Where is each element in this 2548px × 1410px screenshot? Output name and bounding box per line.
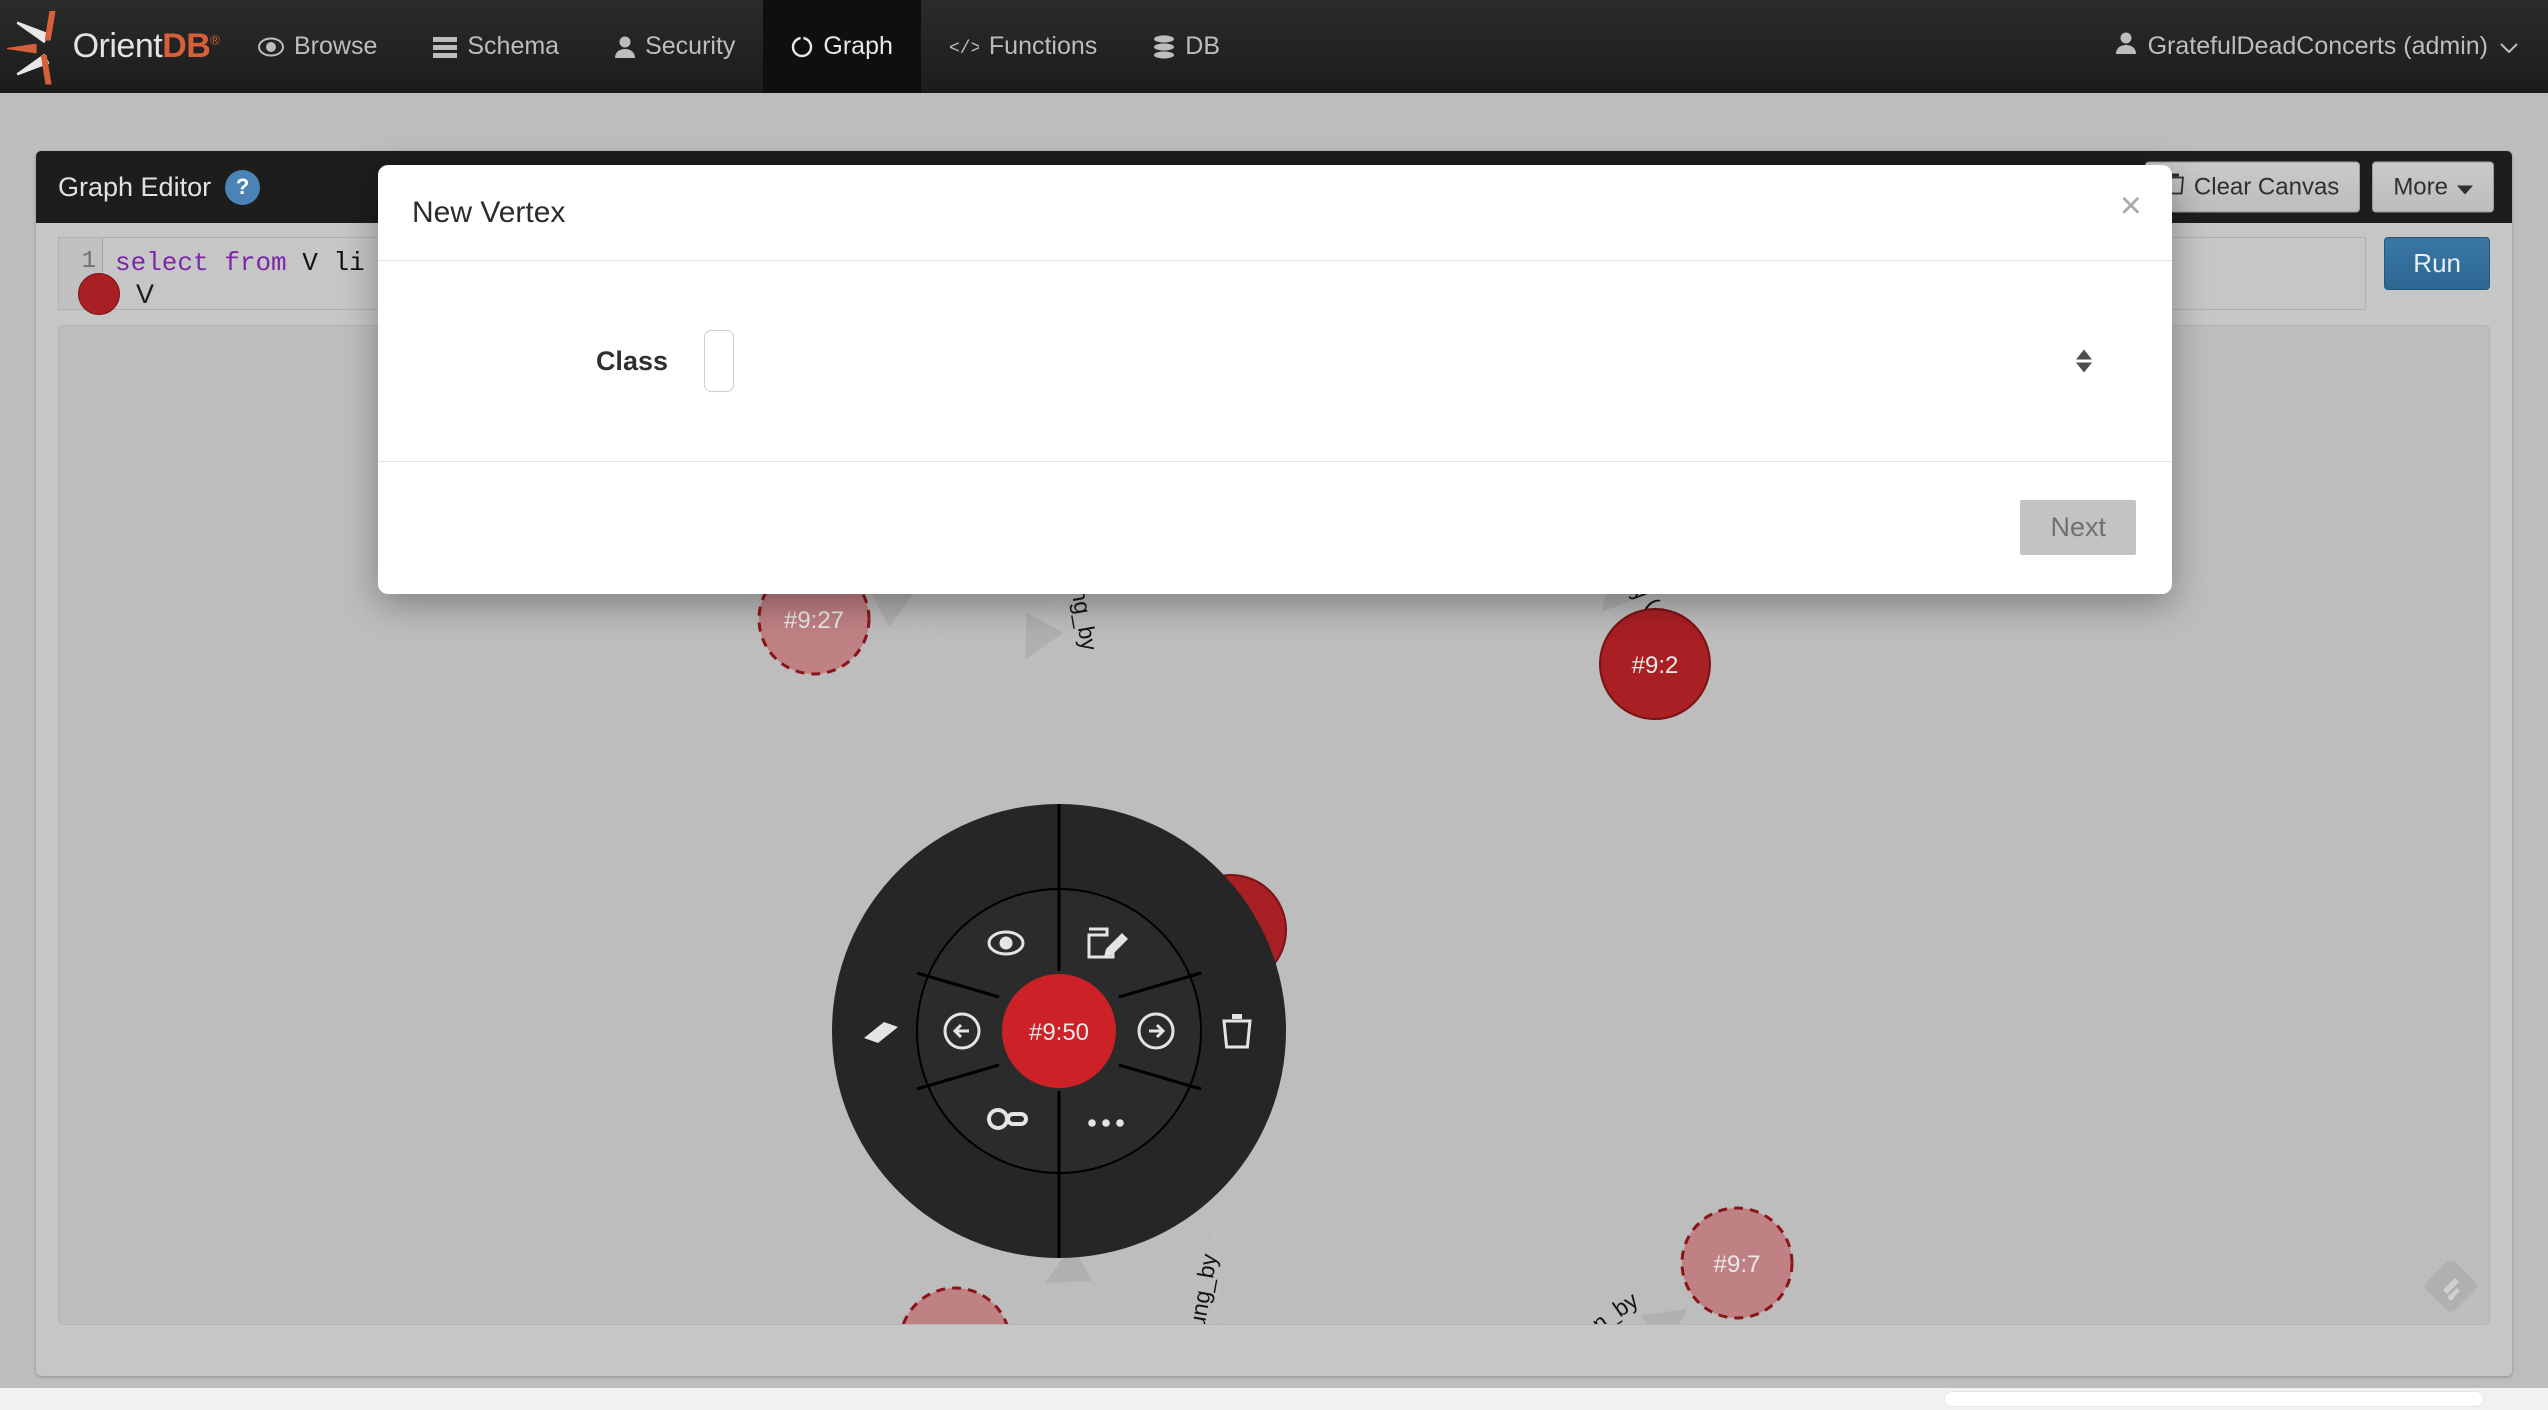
class-field-label: Class: [414, 346, 704, 377]
edge-9-50-to-9-27: [871, 588, 964, 656]
modal-header: New Vertex ×: [378, 165, 2172, 261]
horizontal-scrollbar[interactable]: [0, 1388, 2548, 1410]
database-icon: [1153, 35, 1175, 59]
orientdb-star-icon: [5, 9, 77, 85]
more-button[interactable]: More: [2372, 162, 2494, 213]
graph-node-9-7-label: #9:7: [1714, 1251, 1761, 1278]
clear-canvas-label: Clear Canvas: [2194, 173, 2339, 201]
select-spinner-icon: [2076, 350, 2092, 373]
logo-orient-text: Orient: [73, 27, 163, 65]
graph-node-9-27-label: #9:27: [784, 607, 844, 634]
caret-down-icon: [2457, 173, 2473, 201]
nav-item-schema-label: Schema: [467, 32, 559, 61]
page-title: Graph Editor: [58, 172, 211, 203]
graph-node-9-2[interactable]: #9:2: [1600, 609, 1710, 719]
chevron-down-icon: [2500, 32, 2518, 61]
logo-registered-mark: ®: [210, 33, 219, 48]
class-select-wrapper: [704, 330, 2108, 392]
logo-db-text: DB: [162, 27, 210, 65]
more-icon[interactable]: [1088, 1119, 1124, 1127]
radial-context-menu[interactable]: #9:50: [832, 804, 1286, 1258]
svg-text:</>: </>: [949, 39, 979, 57]
edge-label-written-by-3: written_by: [1541, 1286, 1643, 1325]
close-icon[interactable]: ×: [2120, 187, 2142, 225]
user-menu-label: GratefulDeadConcerts (admin): [2148, 32, 2488, 61]
nav-item-db-label: DB: [1185, 32, 1220, 61]
logo-wordmark: OrientDB®: [73, 27, 220, 66]
code-icon: </>: [949, 37, 979, 57]
nav-item-graph-label: Graph: [823, 32, 892, 61]
list-icon: [433, 36, 457, 58]
nav-item-graph[interactable]: Graph: [763, 0, 920, 93]
scrollbar-thumb[interactable]: [1944, 1391, 2484, 1407]
top-navbar: OrientDB® Browse Schema Security: [0, 0, 2548, 93]
user-icon: [615, 36, 635, 58]
modal-body: Class: [378, 261, 2172, 461]
nav-item-browse-label: Browse: [294, 32, 377, 61]
graph-node-9-2-label: #9:2: [1632, 652, 1679, 679]
query-rest: V li: [287, 248, 365, 278]
nav-item-db[interactable]: DB: [1125, 0, 1248, 93]
page-body: Graph Editor ? Clear Canvas More: [0, 93, 2548, 1410]
panel-header-buttons: Clear Canvas More: [2145, 162, 2494, 213]
query-keyword-from: from: [224, 248, 286, 278]
orientdb-logo[interactable]: OrientDB®: [0, 0, 230, 93]
modal-title: New Vertex: [412, 196, 565, 230]
nav-items: Browse Schema Security Graph </> Functio…: [230, 0, 1248, 93]
feedly-watermark-icon: [2423, 1258, 2479, 1314]
nav-item-security[interactable]: Security: [587, 0, 763, 93]
nav-item-schema[interactable]: Schema: [405, 0, 587, 93]
nav-item-functions-label: Functions: [989, 32, 1097, 61]
next-button[interactable]: Next: [2020, 500, 2136, 555]
graph-legend: V: [78, 273, 154, 315]
graph-node-9-7[interactable]: #9:7: [1682, 1208, 1792, 1318]
legend-label-v: V: [136, 279, 154, 310]
circle-icon: [791, 36, 813, 58]
graph-node-9-50-label: #9:50: [1029, 1019, 1089, 1046]
class-select[interactable]: [704, 330, 734, 392]
help-icon[interactable]: ?: [225, 170, 260, 205]
nav-item-functions[interactable]: </> Functions: [921, 0, 1125, 93]
eye-icon: [258, 37, 284, 57]
legend-color-swatch-v: [78, 273, 120, 315]
nav-item-browse[interactable]: Browse: [230, 0, 405, 93]
run-button[interactable]: Run: [2384, 237, 2490, 290]
graph-node-9-93[interactable]: #9:93: [900, 1288, 1010, 1325]
clear-canvas-button[interactable]: Clear Canvas: [2145, 162, 2360, 213]
more-label: More: [2393, 173, 2448, 201]
user-icon: [2116, 32, 2136, 61]
user-menu[interactable]: GratefulDeadConcerts (admin): [2116, 0, 2518, 93]
new-vertex-modal: New Vertex × Class Next: [378, 165, 2172, 594]
nav-item-security-label: Security: [645, 32, 735, 61]
modal-footer: Next: [378, 461, 2172, 593]
